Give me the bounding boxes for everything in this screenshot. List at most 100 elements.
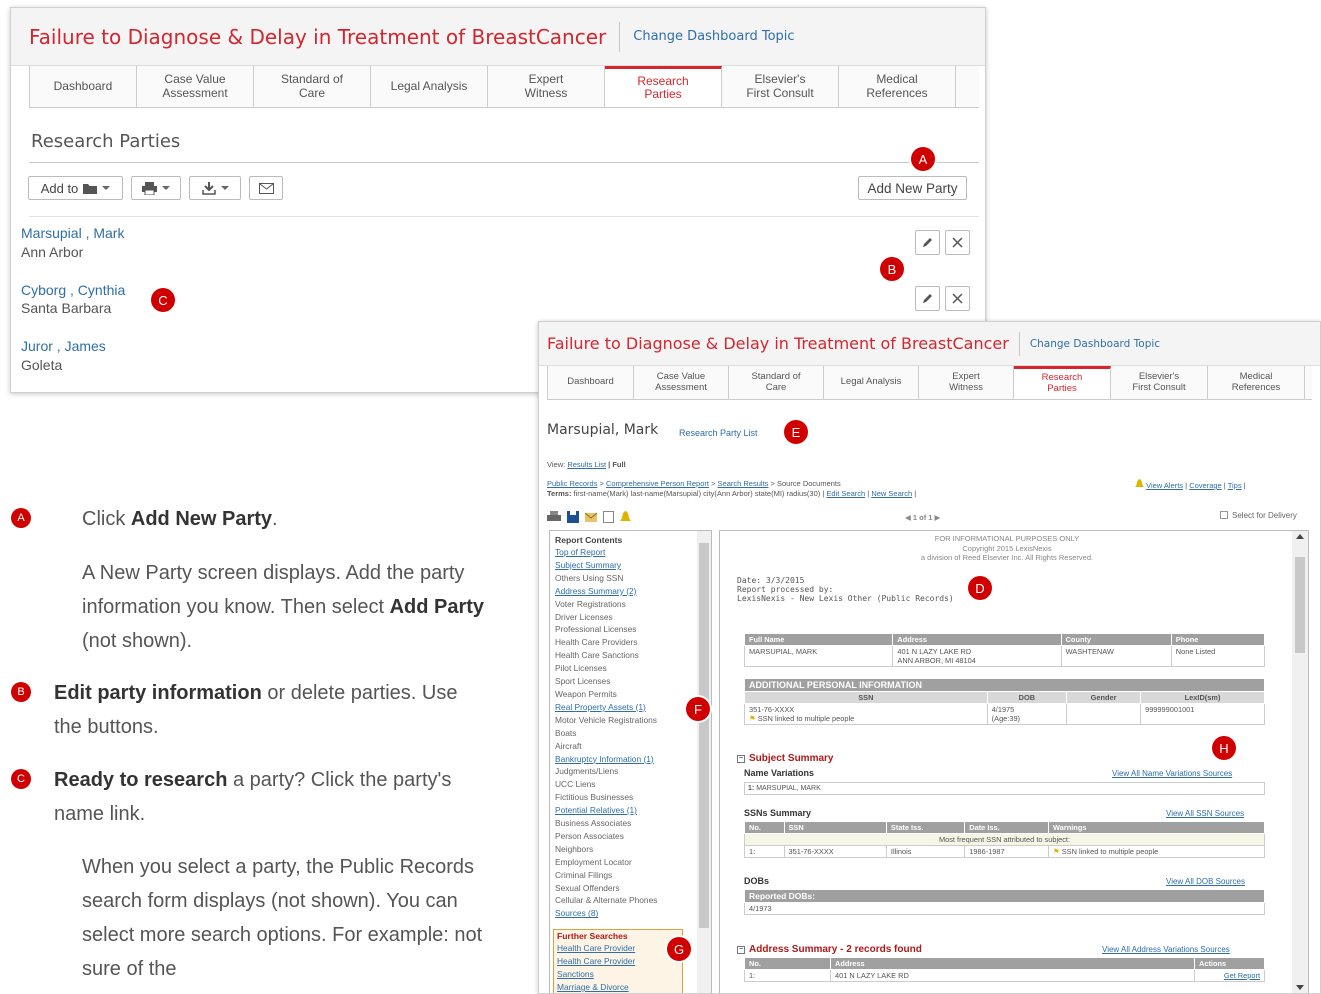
breadcrumb-search-results[interactable]: Search Results [718,479,769,488]
dashboard-header: Failure to Diagnose & Delay in Treatment… [11,8,985,66]
address-summary-heading[interactable]: − Address Summary - 2 records found [737,944,922,955]
bell-icon [1135,479,1144,487]
view-name-variations-link[interactable]: View All Name Variations Sources [1112,769,1232,778]
download-button[interactable] [189,176,241,200]
address-row-actions: Get Report [1194,969,1265,982]
add-new-party-button[interactable]: Add New Party [858,176,967,200]
delete-party-button[interactable] [945,286,970,311]
print-button[interactable] [131,176,181,200]
save-icon[interactable] [567,511,579,523]
dashboard-title: Failure to Diagnose & Delay in Treatment… [29,24,607,49]
party-name-link[interactable]: Cyborg , Cynthia [21,282,125,298]
tab-medical-references[interactable]: Medical References [839,66,956,107]
view-alerts-link[interactable]: View Alerts [1146,481,1183,490]
report-contents-item: Health Care Sanctions [555,650,639,661]
coverage-link[interactable]: Coverage [1189,481,1222,490]
print-icon[interactable] [547,511,561,523]
get-report-link[interactable]: Get Report [1224,971,1260,980]
research-party-report-panel: Failure to Diagnose & Delay in Treatment… [538,321,1321,994]
document-scrollbar[interactable] [1292,531,1308,993]
report-contents-item: Boats [555,727,577,738]
page-heading: Research Parties [31,131,181,152]
tab-dashboard[interactable]: Dashboard [547,366,634,399]
alert-bell-icon[interactable] [620,511,631,523]
subject-summary-heading[interactable]: − Subject Summary [737,753,833,764]
callout-marker-a: A [911,147,935,171]
tab-standard-of-care[interactable]: Standard of Care [254,66,371,107]
callout-marker-f: F [686,697,710,721]
further-search-link[interactable]: Sanctions [554,968,682,981]
tab-research-parties[interactable]: Research Parties [1014,366,1111,399]
callout-marker-e: E [784,420,808,444]
address-table: No. Address Actions 1: 401 N LAZY LAKE RD … [744,957,1265,982]
tab-legal-analysis[interactable]: Legal Analysis [824,366,919,399]
report-contents-item: Health Care Providers [555,637,638,648]
delivery-checkbox[interactable] [1220,511,1228,519]
select-for-delivery[interactable]: Select for Delivery [1220,511,1297,520]
printer-icon [142,181,157,195]
tab-first-consult[interactable]: Elsevier's First Consult [722,66,839,107]
further-search-link[interactable]: Health Care Provider [554,955,682,968]
tab-standard-of-care[interactable]: Standard of Care [729,366,824,399]
report-contents-item[interactable]: Subject Summary [550,559,711,572]
tab-legal-analysis[interactable]: Legal Analysis [371,66,488,107]
edit-party-button[interactable] [915,230,940,255]
scroll-up-icon[interactable] [1296,534,1304,539]
change-dashboard-topic-link[interactable]: Change Dashboard Topic [633,29,794,44]
report-contents-item: Criminal Filings [555,869,613,880]
step-marker-a: A [11,508,31,528]
results-list-link[interactable]: Results List [567,460,606,469]
callout-marker-d: D [968,576,992,600]
tab-expert-witness[interactable]: Expert Witness [488,66,605,107]
report-contents-item[interactable]: Bankruptcy Information (1) [550,753,711,766]
add-to-button[interactable]: Add to [28,176,123,200]
breadcrumb: Public Records > Comprehensive Person Re… [547,479,841,488]
view-ssn-sources-link[interactable]: View All SSN Sources [1166,809,1244,818]
further-search-link[interactable]: Health Care Provider [554,942,682,955]
tab-research-parties[interactable]: Research Parties [605,66,722,107]
report-contents-item: Motor Vehicle Registrations [555,714,657,725]
email-button[interactable] [249,176,283,200]
view-address-sources-link[interactable]: View All Address Variations Sources [1102,945,1230,954]
tab-case-value-assessment[interactable]: Case Value Assessment [634,366,729,399]
scroll-down-icon[interactable] [1296,985,1304,990]
sidebar-scroll-thumb[interactable] [699,543,709,928]
lexid-cell: 999999001001 [1140,703,1265,725]
delete-party-button[interactable] [945,230,970,255]
report-contents-item: Driver Licenses [555,611,613,622]
edit-search-link[interactable]: Edit Search [826,489,865,498]
document-icon[interactable] [603,511,614,523]
report-contents-item[interactable]: Sources (8) [550,907,711,920]
party-name-link[interactable]: Juror , James [21,338,106,354]
tab-first-consult[interactable]: Elsevier's First Consult [1111,366,1208,399]
report-disclaimer: FOR INFORMATIONAL PURPOSES ONLY Copyright… [920,534,1094,562]
email-icon[interactable] [585,511,597,523]
tab-dashboard[interactable]: Dashboard [29,66,137,107]
collapse-icon[interactable]: − [737,946,745,954]
report-contents-item: UCC Liens [555,779,596,790]
collapse-icon[interactable]: − [737,755,745,763]
tab-medical-references[interactable]: Medical References [1208,366,1305,399]
sidebar-scrollbar[interactable] [697,531,711,993]
view-dob-sources-link[interactable]: View All DOB Sources [1166,877,1245,886]
report-contents-item: Judgments/Liens [555,766,619,777]
breadcrumb-public-records[interactable]: Public Records [547,479,597,488]
tab-expert-witness[interactable]: Expert Witness [919,366,1014,399]
edit-party-button[interactable] [915,286,940,311]
change-dashboard-topic-link[interactable]: Change Dashboard Topic [1030,338,1160,350]
document-scroll-thumb[interactable] [1295,557,1305,653]
ssn-row-warning: ⚑ SSN linked to multiple people [1048,845,1265,858]
step-marker-b: B [11,682,31,702]
heading-divider [29,162,979,163]
report-contents-item[interactable]: Top of Report [550,546,711,559]
new-search-link[interactable]: New Search [871,489,912,498]
party-name-link[interactable]: Marsupial , Mark [21,225,124,241]
report-contents-item[interactable]: Address Summary (2) [550,585,711,598]
tips-link[interactable]: Tips [1228,481,1242,490]
research-party-list-link[interactable]: Research Party List [679,428,758,438]
tab-case-value-assessment[interactable]: Case Value Assessment [137,66,254,107]
report-contents-item[interactable]: Potential Relatives (1) [550,804,711,817]
step-b-text: Edit party information or delete parties… [54,682,458,738]
further-search-link[interactable]: Marriage & Divorce [554,981,682,993]
breadcrumb-person-report[interactable]: Comprehensive Person Report [606,479,709,488]
